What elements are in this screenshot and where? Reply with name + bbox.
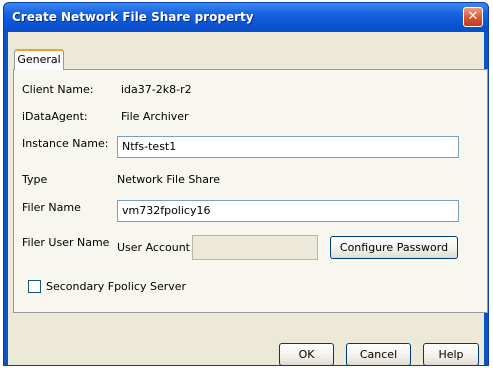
general-tab-panel: Client Name: ida37-2k8-r2 iDataAgent: Fi… (13, 69, 488, 313)
type-value: Network File Share (117, 173, 221, 186)
secondary-fpolicy-checkbox[interactable] (28, 280, 41, 293)
configure-password-button[interactable]: Configure Password (330, 236, 458, 259)
user-account-label: User Account (117, 241, 190, 254)
client-name-value: ida37-2k8-r2 (121, 83, 192, 96)
user-account-input[interactable] (192, 235, 318, 260)
filer-user-name-label: Filer User Name (22, 236, 110, 249)
close-button[interactable]: ✕ (463, 7, 483, 27)
idataagent-label: iDataAgent: (22, 110, 88, 123)
instance-name-input[interactable]: Ntfs-test1 (117, 136, 459, 158)
tab-general-label: General (17, 53, 61, 66)
dialog-body: General Client Name: ida37-2k8-r2 iDataA… (8, 32, 488, 366)
client-name-label: Client Name: (22, 83, 94, 96)
idataagent-value: File Archiver (121, 110, 189, 123)
filer-name-input[interactable]: vm732fpolicy16 (117, 200, 459, 222)
instance-name-value: Ntfs-test1 (122, 140, 177, 153)
title-bar[interactable]: Create Network File Share property ✕ (4, 3, 488, 32)
instance-name-label: Instance Name: (22, 137, 109, 150)
cancel-button[interactable]: Cancel (346, 343, 411, 366)
tab-general[interactable]: General (14, 49, 64, 70)
filer-name-label: Filer Name (22, 201, 81, 214)
ok-button[interactable]: OK (279, 343, 334, 366)
type-label: Type (22, 173, 48, 186)
filer-name-value: vm732fpolicy16 (122, 204, 211, 217)
secondary-fpolicy-label: Secondary Fpolicy Server (46, 280, 187, 293)
help-button[interactable]: Help (423, 343, 479, 366)
dialog-window: Create Network File Share property ✕ Gen… (3, 2, 489, 366)
dialog-title: Create Network File Share property (12, 10, 254, 24)
close-icon: ✕ (467, 9, 479, 24)
